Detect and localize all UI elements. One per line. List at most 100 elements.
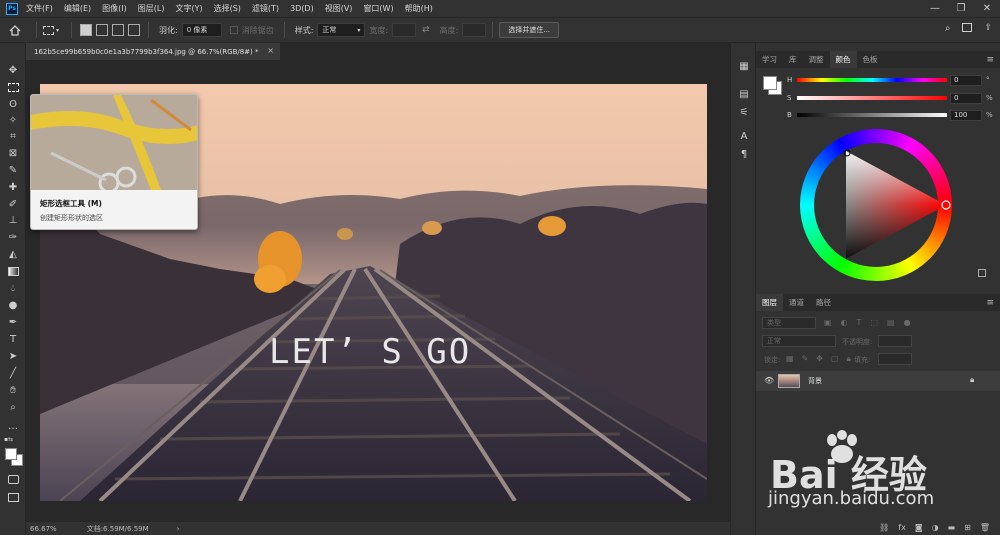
menu-edit[interactable]: 编辑(E)	[64, 3, 91, 14]
opacity-input[interactable]	[878, 335, 912, 347]
magic-wand-tool-icon[interactable]: ✧	[5, 113, 21, 127]
crop-tool-icon[interactable]: ⌗	[5, 129, 21, 143]
brightness-value[interactable]: 100	[950, 110, 982, 121]
new-adjustment-layer-icon[interactable]: ◑	[932, 523, 939, 532]
path-selection-tool-icon[interactable]: ➤	[5, 349, 21, 363]
healing-brush-tool-icon[interactable]: ✚	[5, 180, 21, 194]
status-menu-arrow[interactable]: ›	[177, 525, 180, 533]
document-tab[interactable]: 162b5ce99b659b0c0e1a3b7799b3f364.jpg @ 6…	[26, 43, 280, 60]
eraser-tool-icon[interactable]: ◭	[5, 247, 21, 261]
layer-style-icon[interactable]: fx	[898, 523, 906, 532]
character-panel-icon[interactable]: A	[737, 129, 751, 143]
filter-toggle-icon[interactable]: ●	[904, 318, 911, 327]
menu-file[interactable]: 文件(F)	[26, 3, 53, 14]
clone-stamp-tool-icon[interactable]: ⊥	[5, 213, 21, 227]
new-selection-icon[interactable]	[80, 24, 92, 36]
home-icon[interactable]	[0, 24, 30, 36]
type-tool-icon[interactable]: T	[5, 332, 21, 346]
add-mask-icon[interactable]: ◙	[915, 523, 923, 532]
panel-menu-icon[interactable]: ≡	[986, 51, 994, 68]
lock-all-icon[interactable]: 🔒︎	[847, 354, 851, 364]
select-and-mask-button[interactable]: 选择并遮住...	[499, 22, 560, 38]
saturation-value[interactable]: 0	[950, 93, 982, 104]
feather-input[interactable]: 0 像素	[181, 23, 222, 37]
menu-window[interactable]: 窗口(W)	[363, 3, 393, 14]
learn-panel-icon[interactable]: ▦	[737, 59, 751, 73]
minimize-button[interactable]: —	[922, 0, 948, 17]
visibility-eye-icon[interactable]: 👁︎	[764, 376, 774, 385]
paragraph-panel-icon[interactable]: ¶	[737, 147, 751, 161]
zoom-tool-icon[interactable]: ⌕	[5, 400, 21, 414]
type-filter-icon[interactable]: T	[857, 318, 862, 327]
lets-go-text-layer[interactable]: LET’ S GO	[269, 332, 489, 372]
close-button[interactable]: ✕	[974, 0, 1000, 17]
tab-libraries[interactable]: 库	[783, 51, 803, 68]
tab-channels[interactable]: 通道	[783, 294, 810, 311]
rectangular-marquee-tool-icon[interactable]	[5, 80, 21, 94]
color-options-icon[interactable]	[978, 269, 986, 277]
foreground-color-swatch[interactable]	[5, 448, 17, 460]
restore-button[interactable]: ❐	[948, 0, 974, 17]
line-tool-icon[interactable]: ╱	[5, 366, 21, 380]
link-layers-icon[interactable]: ⛓	[879, 523, 889, 532]
color-fg-swatch[interactable]	[763, 76, 777, 90]
layer-filter-select[interactable]: 类型	[762, 317, 816, 329]
color-wheel[interactable]	[800, 129, 952, 281]
subtract-selection-icon[interactable]	[112, 24, 124, 36]
brightness-slider[interactable]	[797, 113, 947, 117]
menu-select[interactable]: 选择(S)	[214, 3, 241, 14]
quick-mask-icon[interactable]	[5, 472, 21, 486]
add-selection-icon[interactable]	[96, 24, 108, 36]
tab-learn[interactable]: 学习	[756, 51, 783, 68]
antialias-checkbox[interactable]	[229, 26, 238, 34]
intersect-selection-icon[interactable]	[128, 24, 140, 36]
history-panel-icon[interactable]: ▤	[737, 87, 751, 101]
width-input[interactable]	[392, 23, 417, 37]
menu-image[interactable]: 图像(I)	[102, 3, 127, 14]
new-group-icon[interactable]: ▬	[948, 523, 956, 532]
default-colors-icon[interactable]: ▪⇆	[4, 436, 13, 443]
frame-tool-icon[interactable]: ⊠	[5, 146, 21, 160]
lock-artboard-icon[interactable]: ▢	[831, 354, 839, 364]
screen-mode-icon[interactable]	[5, 490, 21, 504]
pixel-filter-icon[interactable]: ▣	[824, 318, 832, 327]
lasso-tool-icon[interactable]: ʘ	[5, 97, 21, 111]
search-icon[interactable]: ⌕	[945, 23, 951, 34]
layer-name[interactable]: 背景	[808, 376, 822, 386]
menu-filter[interactable]: 滤镜(T)	[252, 3, 279, 14]
tab-swatches[interactable]: 色板	[857, 51, 884, 68]
hand-tool-icon[interactable]: ✋︎	[5, 383, 21, 397]
share-icon[interactable]: ⇪	[984, 23, 992, 34]
swap-icon[interactable]: ⇄	[422, 25, 430, 35]
shape-filter-icon[interactable]: ⬚	[870, 318, 878, 327]
tab-adjustments[interactable]: 调整	[803, 51, 830, 68]
lock-pixels-icon[interactable]: ✎	[802, 354, 809, 364]
blend-mode-select[interactable]: 正常	[762, 335, 836, 347]
tab-paths[interactable]: 路径	[810, 294, 837, 311]
brush-tool-icon[interactable]: ✐	[5, 197, 21, 211]
menu-help[interactable]: 帮助(H)	[405, 3, 433, 14]
menu-type[interactable]: 文字(Y)	[175, 3, 202, 14]
adjustment-filter-icon[interactable]: ◐	[841, 318, 848, 327]
new-layer-icon[interactable]: ⊞	[964, 523, 971, 532]
dodge-tool-icon[interactable]: ●	[5, 298, 21, 312]
marquee-preset-icon[interactable]: ▾	[43, 25, 65, 35]
fill-input[interactable]	[878, 353, 912, 365]
workspace-icon[interactable]	[962, 23, 973, 32]
gradient-tool-icon[interactable]	[5, 264, 21, 278]
lock-position-icon[interactable]: ✥	[816, 354, 823, 364]
eyedropper-tool-icon[interactable]: ✎	[5, 163, 21, 177]
saturation-slider[interactable]	[797, 96, 947, 100]
tab-color[interactable]: 颜色	[829, 51, 857, 68]
hue-slider[interactable]	[797, 78, 947, 82]
menu-layer[interactable]: 图层(L)	[138, 3, 165, 14]
pen-tool-icon[interactable]: ✒	[5, 315, 21, 329]
delete-layer-icon[interactable]: 🗑︎	[980, 523, 990, 532]
close-tab-icon[interactable]: ×	[267, 46, 274, 55]
more-tools-icon[interactable]: …	[5, 419, 21, 433]
tab-layers[interactable]: 图层	[756, 294, 783, 311]
properties-panel-icon[interactable]: ⚟	[737, 105, 751, 119]
blur-tool-icon[interactable]: 💧︎	[5, 281, 21, 295]
menu-view[interactable]: 视图(V)	[325, 3, 353, 14]
height-input[interactable]	[462, 23, 487, 37]
